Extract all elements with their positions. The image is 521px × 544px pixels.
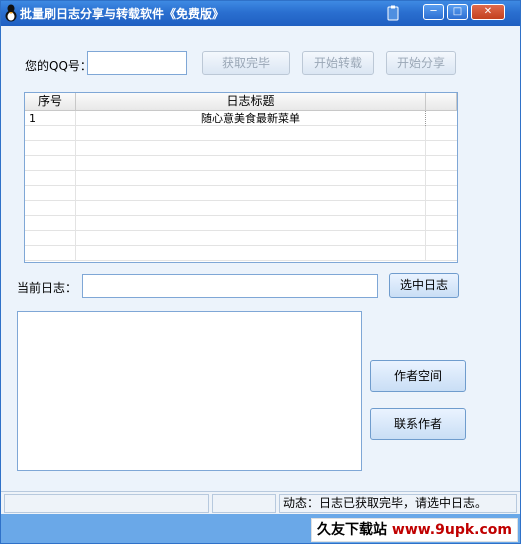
fetch-complete-button[interactable]: 获取完毕 — [202, 51, 290, 75]
maximize-button[interactable]: □ — [447, 4, 468, 20]
status-panel-2 — [212, 494, 276, 513]
table-row-empty — [25, 201, 457, 216]
row-title: 随心意美食最新菜单 — [76, 111, 426, 126]
status-panel-1 — [4, 494, 209, 513]
maximize-icon: □ — [452, 6, 463, 17]
start-repost-button[interactable]: 开始转载 — [302, 51, 374, 75]
table-row-empty — [25, 126, 457, 141]
watermark-logo: 久友下载站 www.9upk.com — [311, 518, 518, 542]
table-row-empty — [25, 216, 457, 231]
current-log-input[interactable] — [82, 274, 378, 298]
contact-author-button[interactable]: 联系作者 — [370, 408, 466, 440]
status-bar: 动态：日志已获取完毕，请选中日志。 — [1, 491, 520, 515]
column-header-empty[interactable] — [426, 93, 457, 110]
minimize-icon: ─ — [430, 6, 437, 17]
table-row-empty — [25, 156, 457, 171]
start-share-button[interactable]: 开始分享 — [386, 51, 456, 75]
watermark-name: 久友下载站 — [317, 522, 388, 538]
window-title: 批量刷日志分享与转载软件《免费版》 — [20, 7, 225, 21]
table-row-empty — [25, 171, 457, 186]
author-space-button[interactable]: 作者空间 — [370, 360, 466, 392]
log-content-area[interactable] — [17, 311, 362, 471]
footer-band: 久友下载站 www.9upk.com — [1, 514, 520, 543]
close-icon: ✕ — [483, 6, 493, 17]
table-row[interactable]: 1 随心意美食最新菜单 — [25, 111, 457, 126]
column-header-index[interactable]: 序号 — [25, 93, 76, 110]
table-row-empty — [25, 141, 457, 156]
status-label: 动态： — [283, 496, 320, 510]
table-row-empty — [25, 246, 457, 261]
select-log-button[interactable]: 选中日志 — [389, 273, 459, 298]
log-list[interactable]: 序号 日志标题 1 随心意美食最新菜单 — [24, 92, 458, 263]
watermark-url: www.9upk.com — [391, 522, 512, 538]
minimize-button[interactable]: ─ — [423, 4, 444, 20]
app-icon — [5, 4, 17, 22]
table-row-empty — [25, 186, 457, 201]
qq-input[interactable] — [87, 51, 187, 75]
table-row-empty — [25, 231, 457, 246]
status-panel-3: 动态：日志已获取完毕，请选中日志。 — [279, 494, 517, 513]
status-message: 日志已获取完毕，请选中日志。 — [319, 496, 488, 510]
close-button[interactable]: ✕ — [471, 4, 505, 20]
title-bar[interactable]: 批量刷日志分享与转载软件《免费版》 ─ □ ✕ — [1, 1, 520, 26]
main-window: 批量刷日志分享与转载软件《免费版》 ─ □ ✕ 您的QQ号： 获取完毕 开始转载… — [0, 0, 521, 544]
row-index: 1 — [25, 111, 76, 126]
column-header-title[interactable]: 日志标题 — [76, 93, 426, 110]
current-log-label: 当前日志： — [17, 281, 78, 295]
clipboard-icon[interactable] — [387, 5, 399, 21]
list-header: 序号 日志标题 — [25, 93, 457, 111]
qq-label: 您的QQ号： — [25, 59, 92, 73]
